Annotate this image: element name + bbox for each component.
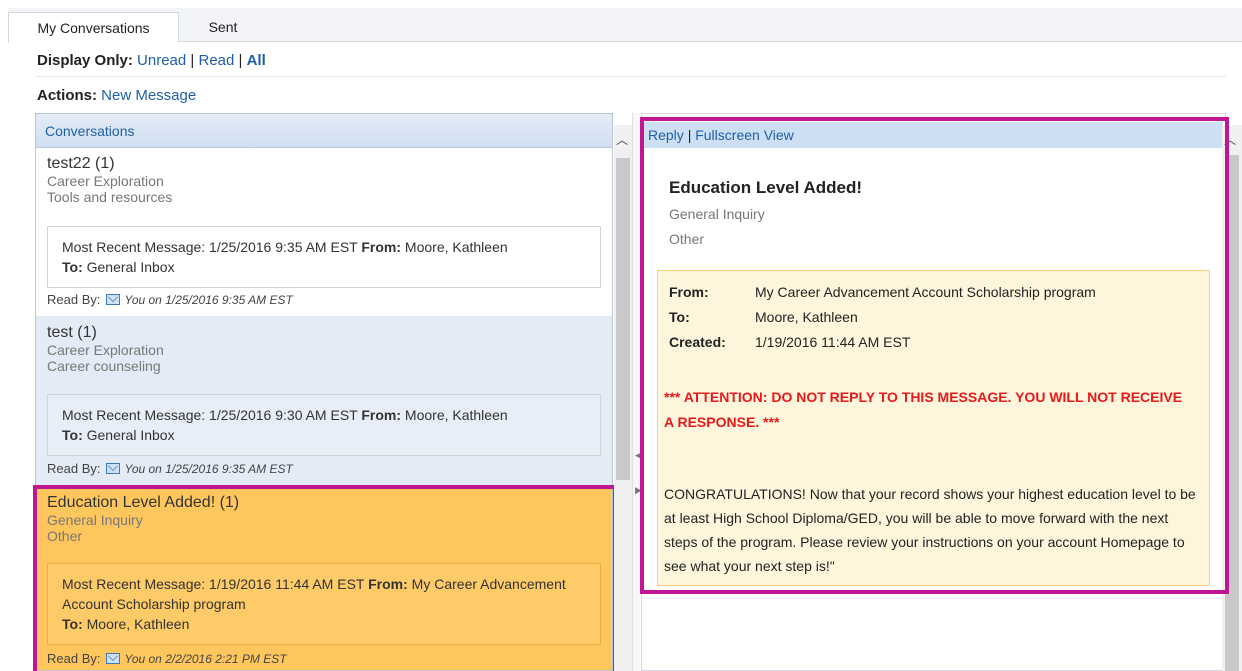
- message-title: Education Level Added!: [669, 178, 863, 197]
- message-category: General Inquiry: [669, 206, 765, 222]
- recent-message-box: Most Recent Message: 1/19/2016 11:44 AM …: [47, 563, 601, 645]
- to-row: To: Moore, Kathleen: [669, 309, 858, 325]
- recent-message-info: Most Recent Message: 1/25/2016 9:30 AM E…: [62, 407, 358, 423]
- envelope-icon: [106, 294, 121, 305]
- message-text: CONGRATULATIONS! Now that your record sh…: [664, 486, 1196, 574]
- filter-unread-link[interactable]: Unread: [137, 52, 186, 69]
- recent-message-info: Most Recent Message: 1/25/2016 9:35 AM E…: [62, 239, 358, 255]
- read-by: Read By: You on 1/25/2016 9:35 AM EST: [47, 292, 293, 307]
- read-by-value: You on 2/2/2016 2:21 PM EST: [124, 652, 287, 666]
- envelope-icon: [106, 463, 121, 474]
- to-label: To:: [62, 259, 83, 275]
- from-label: From:: [368, 576, 408, 592]
- pane-splitter[interactable]: ◀ ▶: [632, 113, 642, 671]
- tab-bar: My Conversations Sent: [8, 8, 1242, 43]
- created-value: 1/19/2016 11:44 AM EST: [755, 334, 911, 350]
- tab-my-conversations[interactable]: My Conversations: [8, 12, 179, 43]
- to-label: To:: [669, 309, 690, 325]
- from-label: From:: [361, 407, 402, 423]
- to-label: To:: [62, 616, 83, 632]
- to-value: General Inbox: [86, 259, 175, 275]
- to-value: Moore, Kathleen: [86, 616, 190, 632]
- recent-message-info: Most Recent Message: 1/19/2016 11:44 AM …: [62, 576, 365, 592]
- read-by: Read By: You on 1/25/2016 9:35 AM EST: [47, 461, 293, 476]
- created-label: Created:: [669, 334, 726, 350]
- message-subcategory: Other: [669, 231, 705, 247]
- to-value: Moore, Kathleen: [755, 309, 858, 325]
- from-row: From: My Career Advancement Account Schol…: [669, 284, 1096, 300]
- from-value: My Career Advancement Account Scholarshi…: [755, 284, 1096, 300]
- conversation-item-selected[interactable]: Education Level Added! (1) General Inqui…: [36, 486, 612, 670]
- conversation-title: test22 (1): [47, 155, 115, 172]
- divider: [36, 76, 1226, 77]
- chevron-up-icon[interactable]: ︿: [616, 131, 628, 148]
- conversation-list-header: Conversations: [36, 114, 612, 148]
- scrollbar-thumb[interactable]: [1225, 155, 1239, 671]
- envelope-icon: [106, 653, 121, 664]
- filter-all-link[interactable]: All: [247, 52, 266, 69]
- message-scrollbar[interactable]: ︿: [1222, 125, 1242, 671]
- conversation-item[interactable]: test22 (1) Career Exploration Tools and …: [36, 149, 612, 316]
- read-by-label: Read By:: [47, 461, 101, 476]
- actions-bar: Actions: New Message: [37, 87, 196, 104]
- reply-link[interactable]: Reply: [648, 127, 684, 143]
- read-by: Read By: You on 2/2/2016 2:21 PM EST: [47, 651, 287, 666]
- recent-message-box: Most Recent Message: 1/25/2016 9:35 AM E…: [47, 226, 601, 288]
- tab-sent[interactable]: Sent: [183, 12, 263, 43]
- to-value: General Inbox: [86, 427, 175, 443]
- conversation-list: Conversations test22 (1) Career Explorat…: [35, 113, 613, 671]
- chevron-up-icon[interactable]: ︿: [1224, 131, 1236, 148]
- recent-message-box: Most Recent Message: 1/25/2016 9:30 AM E…: [47, 394, 601, 456]
- conversation-title: Education Level Added! (1): [47, 494, 240, 511]
- conversation-subcategory: Other: [47, 528, 83, 544]
- from-value: Moore, Kathleen: [404, 239, 508, 255]
- filter-label: Display Only:: [37, 52, 133, 69]
- conversation-category: General Inquiry: [47, 512, 143, 528]
- fullscreen-view-link[interactable]: Fullscreen View: [695, 127, 794, 143]
- conversation-title: test (1): [47, 324, 97, 341]
- new-message-link[interactable]: New Message: [101, 87, 196, 104]
- conversation-item[interactable]: test (1) Career Exploration Career couns…: [36, 316, 612, 486]
- list-scrollbar[interactable]: ︿: [614, 125, 632, 671]
- scrollbar-thumb[interactable]: [616, 158, 630, 480]
- read-by-value: You on 1/25/2016 9:35 AM EST: [124, 293, 293, 307]
- to-label: To:: [62, 427, 83, 443]
- read-by-label: Read By:: [47, 651, 101, 666]
- message-toolbar: Reply | Fullscreen View: [642, 122, 1223, 148]
- read-by-label: Read By:: [47, 292, 101, 307]
- actions-label: Actions:: [37, 87, 97, 104]
- conversation-subcategory: Career counseling: [47, 358, 161, 374]
- conversation-category: Career Exploration: [47, 173, 164, 189]
- display-filter: Display Only: Unread | Read | All: [37, 52, 266, 69]
- read-by-value: You on 1/25/2016 9:35 AM EST: [124, 462, 293, 476]
- message-body: From: My Career Advancement Account Schol…: [657, 270, 1210, 586]
- created-row: Created: 1/19/2016 11:44 AM EST: [669, 334, 910, 350]
- conversation-subcategory: Tools and resources: [47, 189, 173, 205]
- filter-read-link[interactable]: Read: [198, 52, 234, 69]
- conversation-category: Career Exploration: [47, 342, 164, 358]
- from-value: Moore, Kathleen: [404, 407, 508, 423]
- from-label: From:: [361, 239, 402, 255]
- attention-notice: *** ATTENTION: DO NOT REPLY TO THIS MESS…: [664, 389, 1183, 430]
- from-label: From:: [669, 284, 709, 300]
